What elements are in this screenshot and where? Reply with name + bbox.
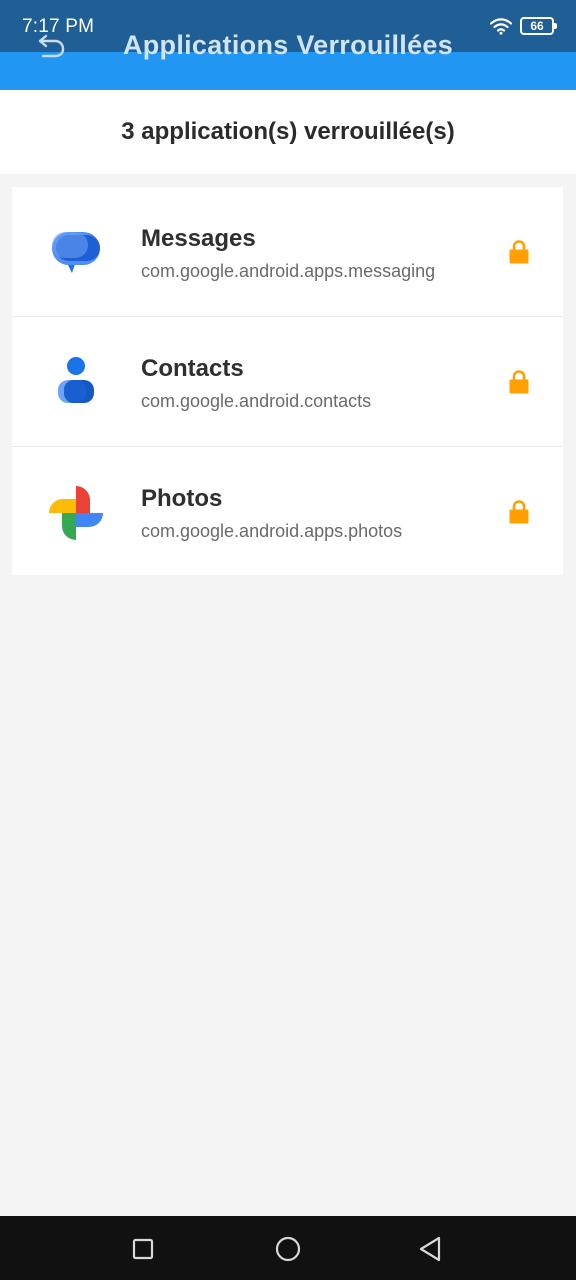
- list-item-photos[interactable]: Photos com.google.android.apps.photos: [12, 447, 563, 575]
- app-name: Contacts: [141, 355, 244, 382]
- app-name: Messages: [141, 225, 256, 252]
- app-header: 7:17 PM 66 Applications Verrouillées: [0, 0, 576, 90]
- app-package: com.google.android.contacts: [141, 391, 372, 411]
- back-icon[interactable]: [416, 1234, 446, 1264]
- lock-icon[interactable]: [508, 239, 530, 265]
- list-item-contacts[interactable]: Contacts com.google.android.contacts: [12, 317, 563, 447]
- contacts-icon: [46, 353, 106, 413]
- list-item-messages[interactable]: Messages com.google.android.apps.messagi…: [12, 187, 563, 317]
- app-package: com.google.android.apps.messaging: [141, 261, 436, 281]
- lock-icon[interactable]: [508, 499, 530, 525]
- locked-count-text: 3 application(s) verrouillée(s): [121, 118, 455, 145]
- recents-icon[interactable]: [128, 1234, 158, 1264]
- locked-app-list: Messages com.google.android.apps.messagi…: [12, 187, 563, 575]
- page-title: Applications Verrouillées: [122, 30, 454, 60]
- photos-icon: [46, 483, 106, 543]
- locked-count-summary: 3 application(s) verrouillée(s): [0, 90, 576, 174]
- app-name: Photos: [141, 485, 223, 512]
- home-icon[interactable]: [273, 1234, 303, 1264]
- lock-icon[interactable]: [508, 369, 530, 395]
- app-screen: 7:17 PM 66 Applications Verrouillées 3 a…: [0, 0, 576, 1280]
- navigation-bar: [0, 1216, 576, 1280]
- messages-icon: [46, 223, 106, 283]
- app-package: com.google.android.apps.photos: [141, 521, 403, 541]
